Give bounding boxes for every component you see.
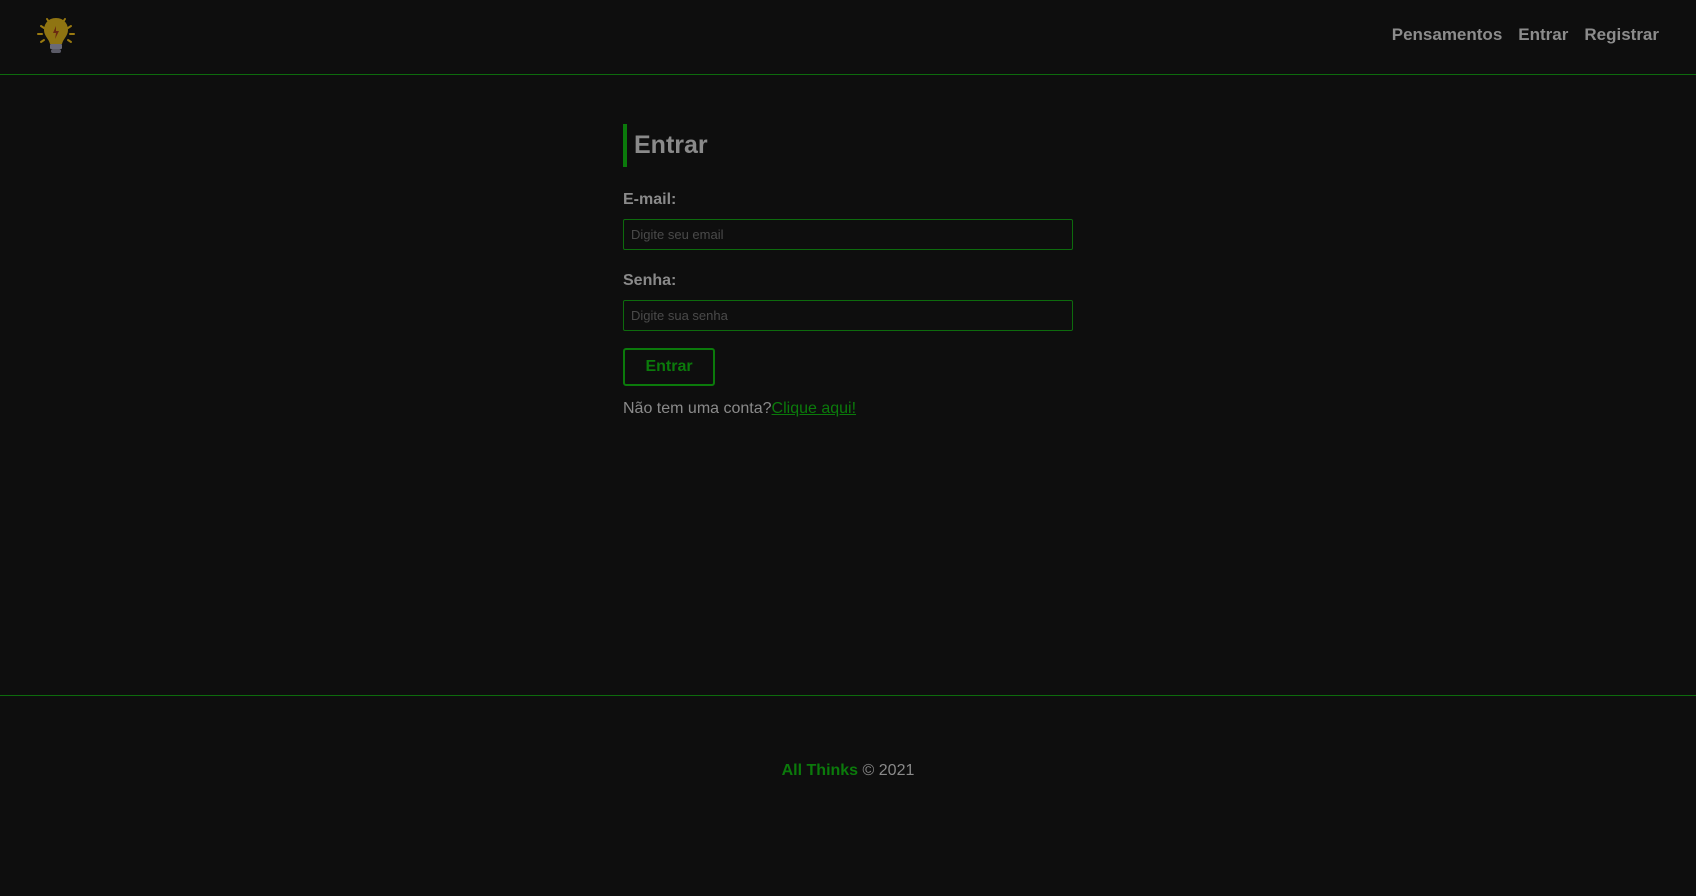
page-title-wrapper: Entrar <box>623 124 1073 167</box>
password-field[interactable] <box>623 300 1073 331</box>
login-form: Entrar E-mail: Senha: Entrar Não tem uma… <box>623 124 1073 418</box>
email-field[interactable] <box>623 219 1073 250</box>
password-label: Senha: <box>623 272 677 289</box>
nav-link-pensamentos[interactable]: Pensamentos <box>1392 25 1503 45</box>
login-button[interactable]: Entrar <box>623 348 715 386</box>
lightbulb-icon[interactable] <box>35 14 77 58</box>
footer-text: All Thinks © 2021 <box>0 762 1696 780</box>
page-title: Entrar <box>634 131 708 159</box>
nav-link-entrar[interactable]: Entrar <box>1518 25 1568 45</box>
navbar: Pensamentos Entrar Registrar <box>0 0 1696 75</box>
register-prompt: Não tem uma conta? <box>623 400 772 417</box>
register-link[interactable]: Clique aqui! <box>772 400 857 417</box>
footer-brand: All Thinks <box>781 762 859 779</box>
nav-links: Pensamentos Entrar Registrar <box>1392 25 1659 45</box>
page: Pensamentos Entrar Registrar Entrar E-ma… <box>0 0 1696 896</box>
footer: All Thinks © 2021 <box>0 695 1696 896</box>
email-label: E-mail: <box>623 191 677 208</box>
nav-link-registrar[interactable]: Registrar <box>1584 25 1659 45</box>
register-prompt-line: Não tem uma conta?Clique aqui! <box>623 400 1073 418</box>
footer-copyright: © 2021 <box>862 762 915 779</box>
